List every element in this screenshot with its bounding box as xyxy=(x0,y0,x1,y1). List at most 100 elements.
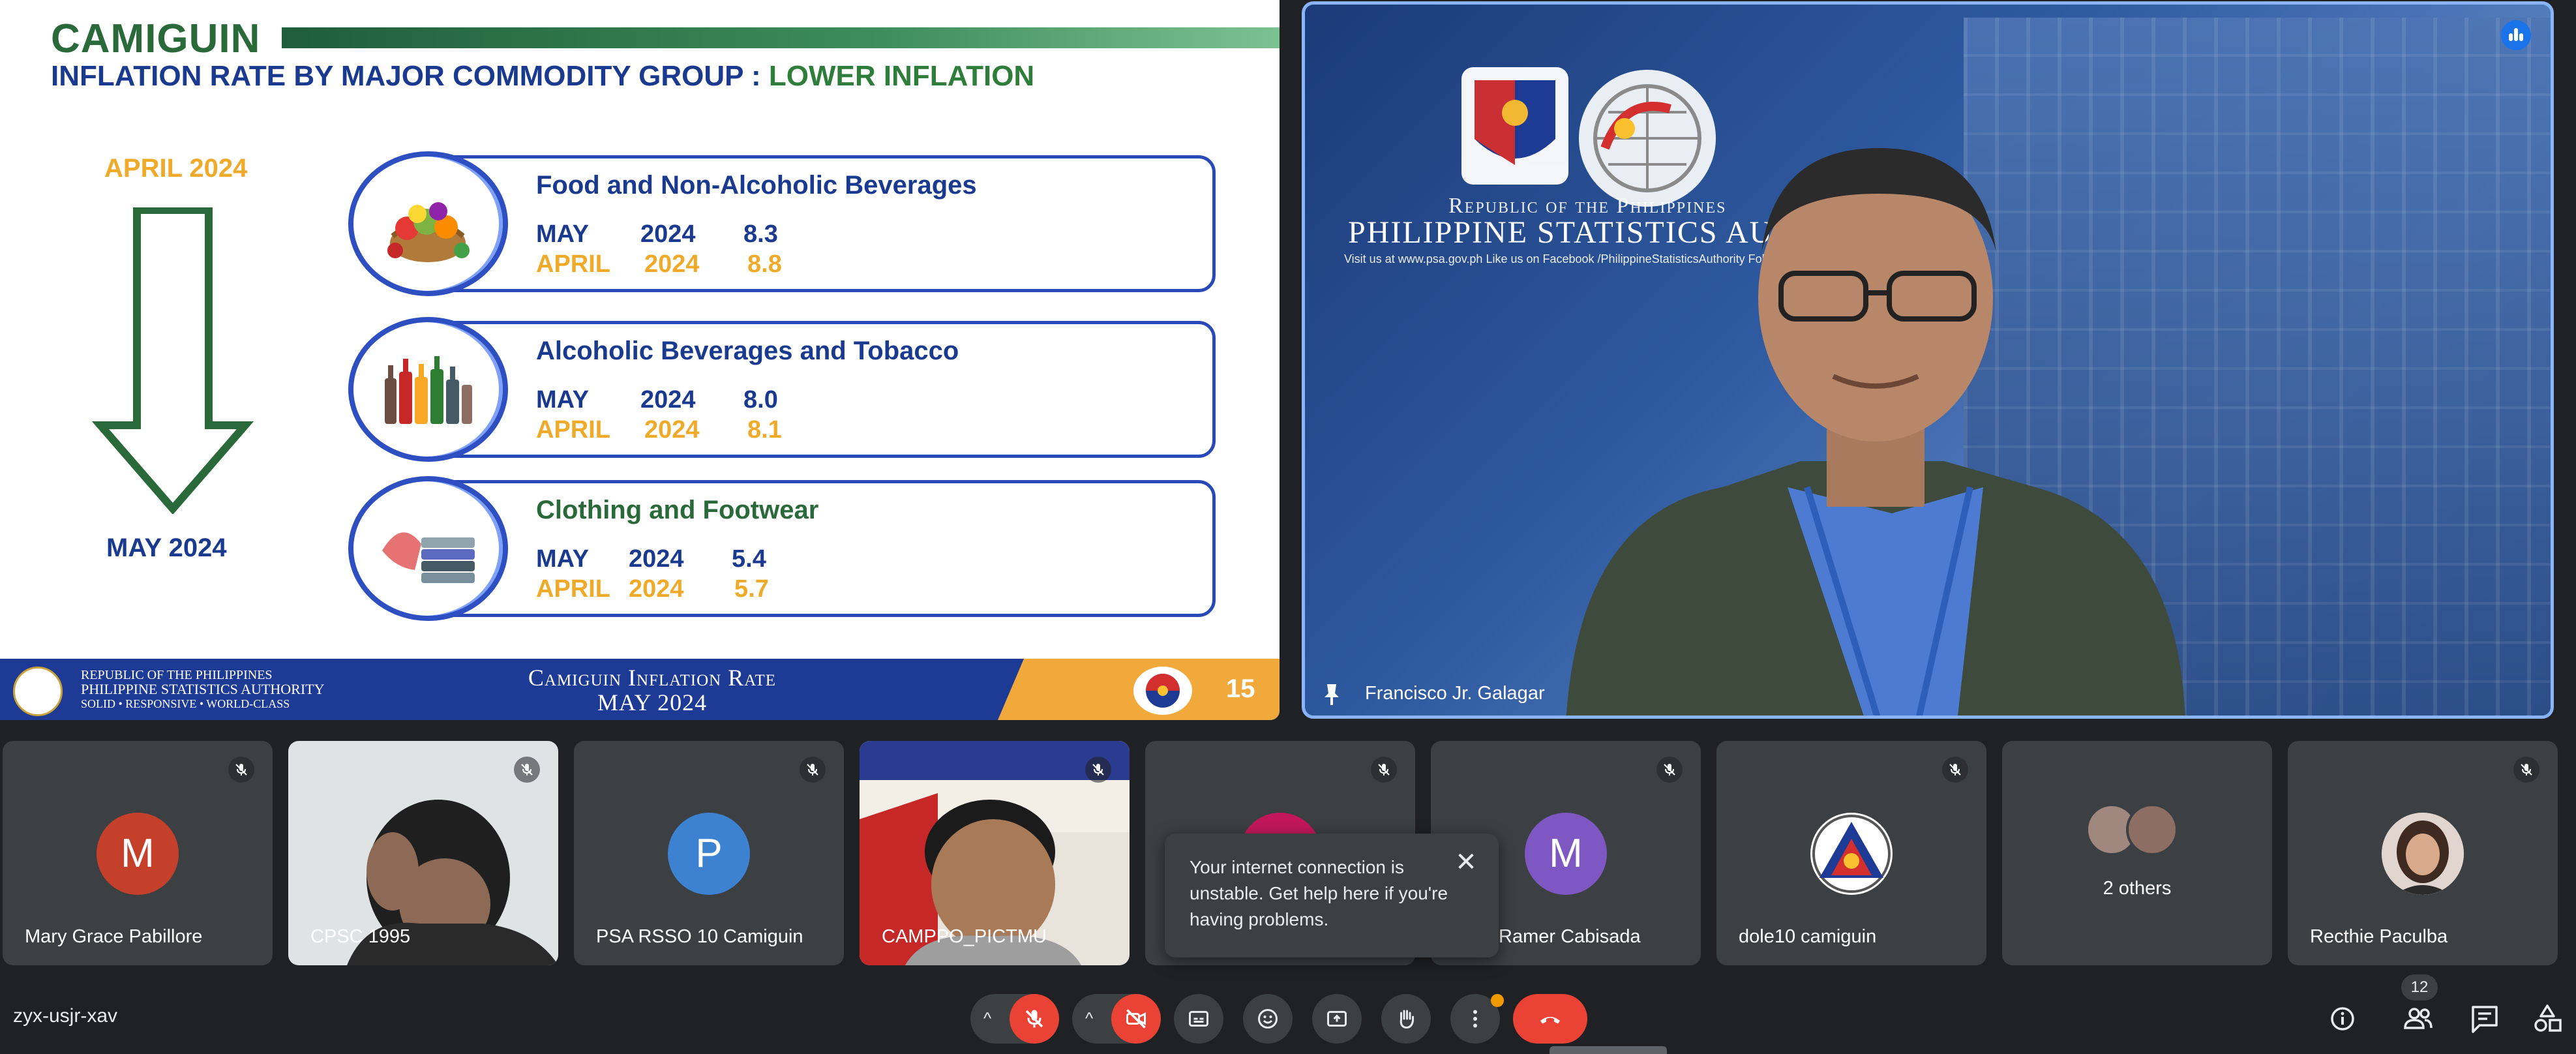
speaker-video xyxy=(1566,148,2185,715)
avatar: M xyxy=(1525,813,1607,895)
captions-icon xyxy=(1189,1011,1208,1027)
row-year: 2024 xyxy=(640,220,696,248)
mic-off-icon xyxy=(228,757,254,783)
down-arrow-icon xyxy=(91,207,254,514)
camera-control-group: ^ xyxy=(1072,994,1161,1044)
category-card-alcohol: Alcoholic Beverages and Tobacco MAY 2024… xyxy=(348,317,1216,462)
mic-off-icon xyxy=(1656,757,1683,783)
category-card-food: Food and Non-Alcoholic Beverages MAY 202… xyxy=(348,151,1216,296)
clothes-icon xyxy=(382,532,475,583)
chat-icon[interactable] xyxy=(2464,998,2506,1040)
row-value: 8.1 xyxy=(747,416,782,444)
row-value: 5.4 xyxy=(732,545,766,573)
row-year: 2024 xyxy=(629,575,684,603)
bottles-icon xyxy=(385,356,472,424)
meeting-code: zyx-usjr-xav xyxy=(13,1005,118,1027)
leave-call-button[interactable] xyxy=(1513,994,1587,1044)
participant-name: Mary Grace Pabillore xyxy=(25,926,203,947)
row-value: 8.0 xyxy=(743,386,778,414)
slide-page-number: 15 xyxy=(1226,674,1255,703)
mic-off-icon xyxy=(1942,757,1968,783)
participant-tile[interactable]: CPSC 1995 xyxy=(288,741,558,965)
participant-tile[interactable]: CAMPPO_PICTMU xyxy=(860,741,1130,965)
camera-options-chevron-icon[interactable]: ^ xyxy=(1085,1008,1093,1029)
subtitle-main: INFLATION RATE BY MAJOR COMMODITY GROUP … xyxy=(51,60,769,92)
participant-name: Ramer Cabisada xyxy=(1499,926,1641,947)
footer-title-line: Camiguin Inflation Rate xyxy=(528,665,777,691)
activities-icon[interactable] xyxy=(2526,998,2568,1040)
row-year: 2024 xyxy=(629,545,684,573)
row-month: APRIL xyxy=(536,250,610,278)
presentation-slide: CAMIGUIN INFLATION RATE BY MAJOR COMMODI… xyxy=(0,0,1280,720)
hand-icon xyxy=(1400,1010,1414,1029)
subtitle-accent: LOWER INFLATION xyxy=(768,60,1035,92)
pin-icon[interactable] xyxy=(1322,683,1341,706)
emoji-icon xyxy=(1258,1009,1278,1029)
row-year: 2024 xyxy=(644,416,700,444)
category-name: Food and Non-Alcoholic Beverages xyxy=(536,171,977,200)
participant-tile[interactable]: Recthie Paculba xyxy=(2288,741,2558,965)
psa-seal-icon xyxy=(13,667,63,716)
food-basket-icon xyxy=(387,202,470,262)
footer-org: Republic of the Philippines Philippine S… xyxy=(81,668,324,711)
avatar xyxy=(2126,804,2178,856)
row-value: 8.3 xyxy=(743,220,778,248)
mic-off-icon xyxy=(1371,757,1397,783)
footer-title-line: MAY 2024 xyxy=(597,689,708,715)
mic-control-group: ^ xyxy=(970,994,1059,1044)
mic-off-icon xyxy=(1085,757,1111,783)
category-image-circle xyxy=(348,317,508,462)
category-card-clothing: Clothing and Footwear MAY 2024 5.4 APRIL… xyxy=(348,476,1216,621)
avatar xyxy=(2382,813,2464,895)
participant-name: dole10 camiguin xyxy=(1739,926,1877,947)
org-tagline: Solid • Responsive • World-Class xyxy=(81,697,290,710)
slide-subtitle: INFLATION RATE BY MAJOR COMMODITY GROUP … xyxy=(51,60,1034,93)
camera-toggle-button[interactable] xyxy=(1111,994,1161,1044)
speaking-indicator-icon xyxy=(2501,20,2531,50)
row-month: MAY xyxy=(536,545,589,573)
close-icon[interactable]: ✕ xyxy=(1450,847,1482,878)
row-month: APRIL xyxy=(536,416,610,444)
hang-up-icon xyxy=(1540,1017,1560,1024)
avatar: M xyxy=(97,813,179,895)
participant-tile[interactable]: M Mary Grace Pabillore xyxy=(3,741,273,965)
row-month: MAY xyxy=(536,220,589,248)
captions-button[interactable] xyxy=(1174,994,1223,1044)
row-year: 2024 xyxy=(640,386,696,414)
to-month-label: MAY 2024 xyxy=(106,534,227,562)
participant-tile[interactable]: P PSA RSSO 10 Camiguin xyxy=(574,741,844,965)
raise-hand-button[interactable] xyxy=(1381,994,1431,1044)
row-month: MAY xyxy=(536,386,589,414)
participant-count-badge: 12 xyxy=(2401,974,2438,1001)
drag-handle[interactable] xyxy=(1550,1046,1667,1054)
row-month: APRIL xyxy=(536,575,610,603)
mic-off-icon xyxy=(2513,757,2539,783)
participant-name: CPSC 1995 xyxy=(310,926,411,947)
category-image-circle xyxy=(348,476,508,621)
mic-off-icon xyxy=(800,757,826,783)
present-button[interactable] xyxy=(1312,994,1362,1044)
category-name: Clothing and Footwear xyxy=(536,496,819,524)
mic-options-chevron-icon[interactable]: ^ xyxy=(983,1008,991,1029)
present-screen-icon xyxy=(1327,1011,1347,1027)
people-icon[interactable] xyxy=(2397,998,2439,1040)
reactions-button[interactable] xyxy=(1243,994,1293,1044)
row-value: 5.7 xyxy=(734,575,769,603)
row-year: 2024 xyxy=(644,250,700,278)
camera-off-icon xyxy=(1126,1009,1146,1029)
from-month-label: APRIL 2024 xyxy=(104,154,248,183)
speaker-tile[interactable]: Republic of the Philippines PHILIPPINE S… xyxy=(1302,1,2554,719)
connection-warning-toast[interactable]: Your internet connection is unstable. Ge… xyxy=(1165,834,1499,957)
mic-toggle-button[interactable] xyxy=(1010,994,1059,1044)
meet-window: CAMIGUIN INFLATION RATE BY MAJOR COMMODI… xyxy=(0,0,2576,1054)
org-line: Philippine Statistics Authority xyxy=(81,681,325,697)
avatar: P xyxy=(668,813,750,895)
row-value: 8.8 xyxy=(747,250,782,278)
toast-message: Your internet connection is unstable. Ge… xyxy=(1190,857,1448,929)
participant-tile-others[interactable]: 2 others xyxy=(2002,741,2272,965)
bagong-pilipinas-logo-icon xyxy=(1133,667,1192,715)
meeting-info-icon[interactable] xyxy=(2322,998,2363,1040)
title-bar xyxy=(282,27,1280,48)
mic-off-icon xyxy=(514,757,540,783)
participant-tile[interactable]: dole10 camiguin xyxy=(1716,741,1986,965)
